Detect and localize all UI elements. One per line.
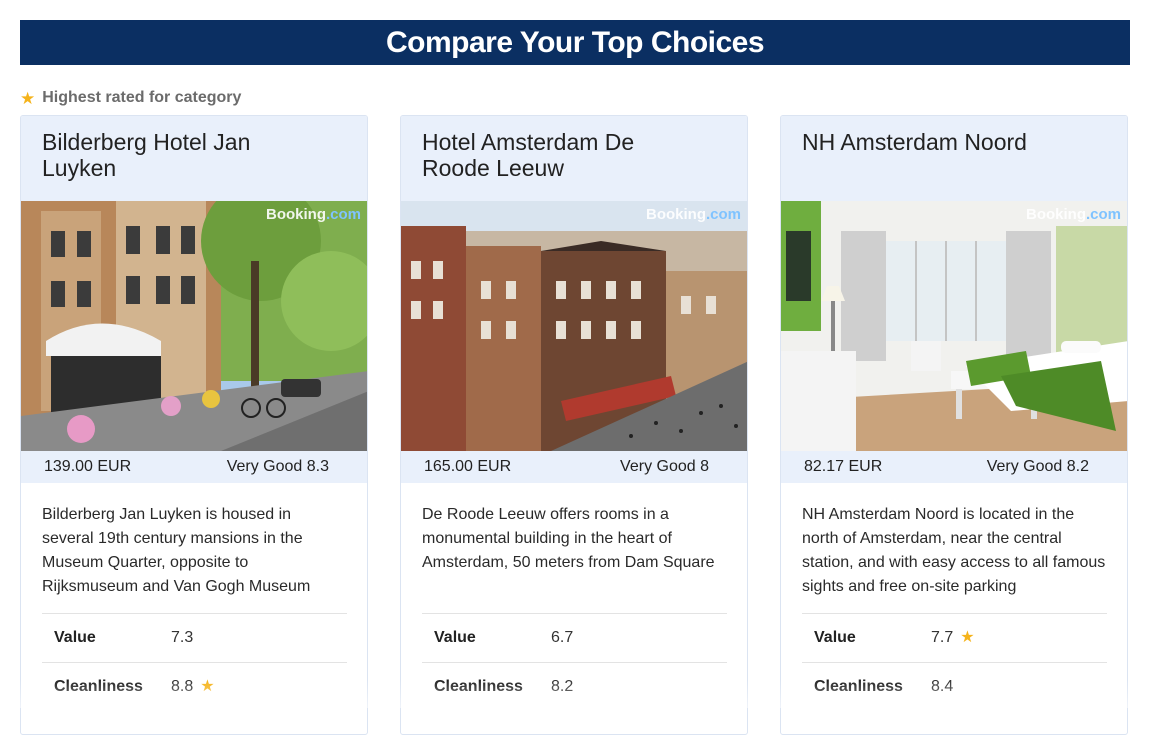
hotel-card-header: NH Amsterdam Noord — [781, 116, 1127, 201]
page-title: Compare Your Top Choices — [385, 25, 765, 59]
hotel-description: NH Amsterdam Noord is located in the nor… — [802, 506, 1106, 595]
hotel-photo[interactable]: Booking.com — [21, 201, 367, 451]
hotel-photo-image — [401, 201, 747, 451]
score-row-cleanliness: Cleanliness 8.4 — [802, 662, 1107, 711]
score-table: Value 6.7 Cleanliness 8.2 — [422, 613, 727, 711]
score-value: 8.8 ★ — [171, 678, 215, 695]
score-table: Value 7.3 Cleanliness 8.8 ★ — [42, 613, 347, 711]
hotel-description: Bilderberg Jan Luyken is housed in sever… — [42, 506, 311, 595]
star-icon: ★ — [20, 88, 36, 108]
hotel-card-header: Bilderberg Hotel Jan Luyken — [21, 116, 367, 201]
hotel-price: 82.17 EUR — [804, 458, 883, 475]
score-row-cleanliness: Cleanliness 8.2 — [422, 662, 727, 711]
score-row-value: Value 7.3 — [42, 613, 347, 662]
score-label: Value — [434, 629, 476, 646]
hotel-photo[interactable]: Booking.com — [401, 201, 747, 451]
score-label: Cleanliness — [434, 678, 523, 695]
star-icon: ★ — [200, 678, 215, 695]
price-rating-bar: 165.00 EUR Very Good 8 — [401, 451, 747, 483]
score-label: Cleanliness — [814, 678, 903, 695]
score-value: 6.7 — [551, 629, 574, 646]
hotel-rating: Very Good 8.2 — [986, 458, 1089, 475]
hotel-rating: Very Good 8 — [620, 458, 709, 475]
booking-watermark: Booking.com — [1025, 206, 1121, 223]
score-label: Value — [54, 629, 96, 646]
hotel-description: De Roode Leeuw offers rooms in a monumen… — [422, 506, 715, 571]
legend-label: Highest rated for category — [42, 89, 242, 106]
hotel-name[interactable]: NH Amsterdam Noord — [802, 129, 1052, 155]
hotel-rating: Very Good 8.3 — [226, 458, 329, 475]
hotel-card: Hotel Amsterdam De Roode Leeuw Booking.c… — [400, 115, 748, 735]
score-label: Value — [814, 629, 856, 646]
legend: ★ Highest rated for category — [20, 88, 241, 108]
price-rating-bar: 139.00 EUR Very Good 8.3 — [21, 451, 367, 483]
star-icon: ★ — [960, 629, 975, 646]
hotel-card: Bilderberg Hotel Jan Luyken Booking.com … — [20, 115, 368, 735]
score-row-cleanliness: Cleanliness 8.8 ★ — [42, 662, 347, 711]
price-rating-bar: 82.17 EUR Very Good 8.2 — [781, 451, 1127, 483]
booking-watermark: Booking.com — [265, 206, 361, 223]
score-label: Cleanliness — [54, 678, 143, 695]
hotel-photo-image — [21, 201, 367, 451]
score-table: Value 7.7 ★ Cleanliness 8.4 — [802, 613, 1107, 711]
page-title-banner: Compare Your Top Choices — [20, 20, 1130, 65]
hotel-name[interactable]: Bilderberg Hotel Jan Luyken — [42, 129, 292, 181]
hotel-price: 165.00 EUR — [424, 458, 512, 475]
hotel-photo-image — [781, 201, 1127, 451]
booking-watermark: Booking.com — [645, 206, 741, 223]
score-value: 7.3 — [171, 629, 194, 646]
score-value: 8.2 — [551, 678, 574, 695]
hotel-card: NH Amsterdam Noord Booking.com 82.17 EUR… — [780, 115, 1128, 735]
score-value: 7.7 ★ — [931, 629, 975, 646]
score-row-value: Value 7.7 ★ — [802, 613, 1107, 662]
hotel-name[interactable]: Hotel Amsterdam De Roode Leeuw — [422, 129, 672, 181]
hotel-price: 139.00 EUR — [44, 458, 132, 475]
hotel-card-header: Hotel Amsterdam De Roode Leeuw — [401, 116, 747, 201]
score-value: 8.4 — [931, 678, 954, 695]
score-row-value: Value 6.7 — [422, 613, 727, 662]
hotel-photo[interactable]: Booking.com — [781, 201, 1127, 451]
